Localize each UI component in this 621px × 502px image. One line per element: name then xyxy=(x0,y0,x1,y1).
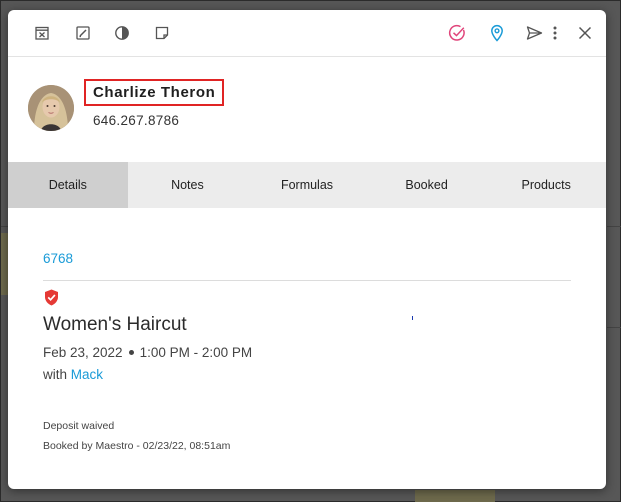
check-circle-icon xyxy=(448,24,465,41)
decorative-mark xyxy=(412,316,413,320)
edit-icon xyxy=(76,26,90,40)
deposit-status: Deposit waived xyxy=(43,420,115,432)
service-name: Women's Haircut xyxy=(43,314,187,335)
client-avatar[interactable] xyxy=(28,85,74,131)
more-vertical-icon xyxy=(553,26,557,40)
tab-booked[interactable]: Booked xyxy=(367,162,487,208)
note-icon xyxy=(155,26,169,40)
appointment-modal: Charlize Theron 646.267.8786 Details Not… xyxy=(8,10,606,489)
client-name-highlight[interactable]: Charlize Theron xyxy=(84,79,225,106)
client-phone[interactable]: 646.267.8786 xyxy=(93,113,179,128)
cancel-appointment-button[interactable] xyxy=(32,23,52,43)
cancel-calendar-icon xyxy=(35,26,49,40)
check-in-button[interactable] xyxy=(447,23,467,43)
client-name: Charlize Theron xyxy=(93,84,216,101)
location-pin-icon xyxy=(491,24,503,42)
note-button[interactable] xyxy=(152,23,172,43)
appointment-time: 1:00 PM - 2:00 PM xyxy=(139,345,253,360)
contrast-icon xyxy=(115,26,129,40)
with-label: with xyxy=(43,367,68,382)
close-icon xyxy=(578,26,592,40)
appointment-datetime: Feb 23, 2022 1:00 PM - 2:00 PM xyxy=(43,345,252,360)
appointment-date: Feb 23, 2022 xyxy=(43,345,123,360)
details-panel: 6768 Women's Haircut Feb 23, 2022 1:00 PM… xyxy=(8,208,606,489)
staff-line: with Mack xyxy=(43,367,103,382)
background-gridline xyxy=(607,226,621,227)
tab-details[interactable]: Details xyxy=(8,162,128,208)
staff-link[interactable]: Mack xyxy=(71,367,103,382)
detail-tabs: Details Notes Formulas Booked Products xyxy=(8,162,606,208)
appointment-id-link[interactable]: 6768 xyxy=(43,251,73,266)
modal-toolbar xyxy=(8,10,606,57)
tab-products[interactable]: Products xyxy=(486,162,606,208)
location-button[interactable] xyxy=(487,23,507,43)
contrast-button[interactable] xyxy=(112,23,132,43)
edit-button[interactable] xyxy=(73,23,93,43)
send-button[interactable] xyxy=(524,23,544,43)
booked-by-info: Booked by Maestro - 02/23/22, 08:51am xyxy=(43,440,231,452)
avatar-photo xyxy=(28,85,74,131)
shield-check-icon xyxy=(44,289,59,306)
close-button[interactable] xyxy=(575,23,595,43)
send-icon xyxy=(526,26,542,40)
separator-dot xyxy=(128,349,134,355)
client-header: Charlize Theron 646.267.8786 xyxy=(8,57,606,162)
tab-notes[interactable]: Notes xyxy=(128,162,248,208)
tab-formulas[interactable]: Formulas xyxy=(247,162,367,208)
divider xyxy=(43,280,571,281)
more-options-button[interactable] xyxy=(550,23,560,43)
background-gridline xyxy=(607,327,621,328)
background-calendar-block xyxy=(415,490,495,502)
